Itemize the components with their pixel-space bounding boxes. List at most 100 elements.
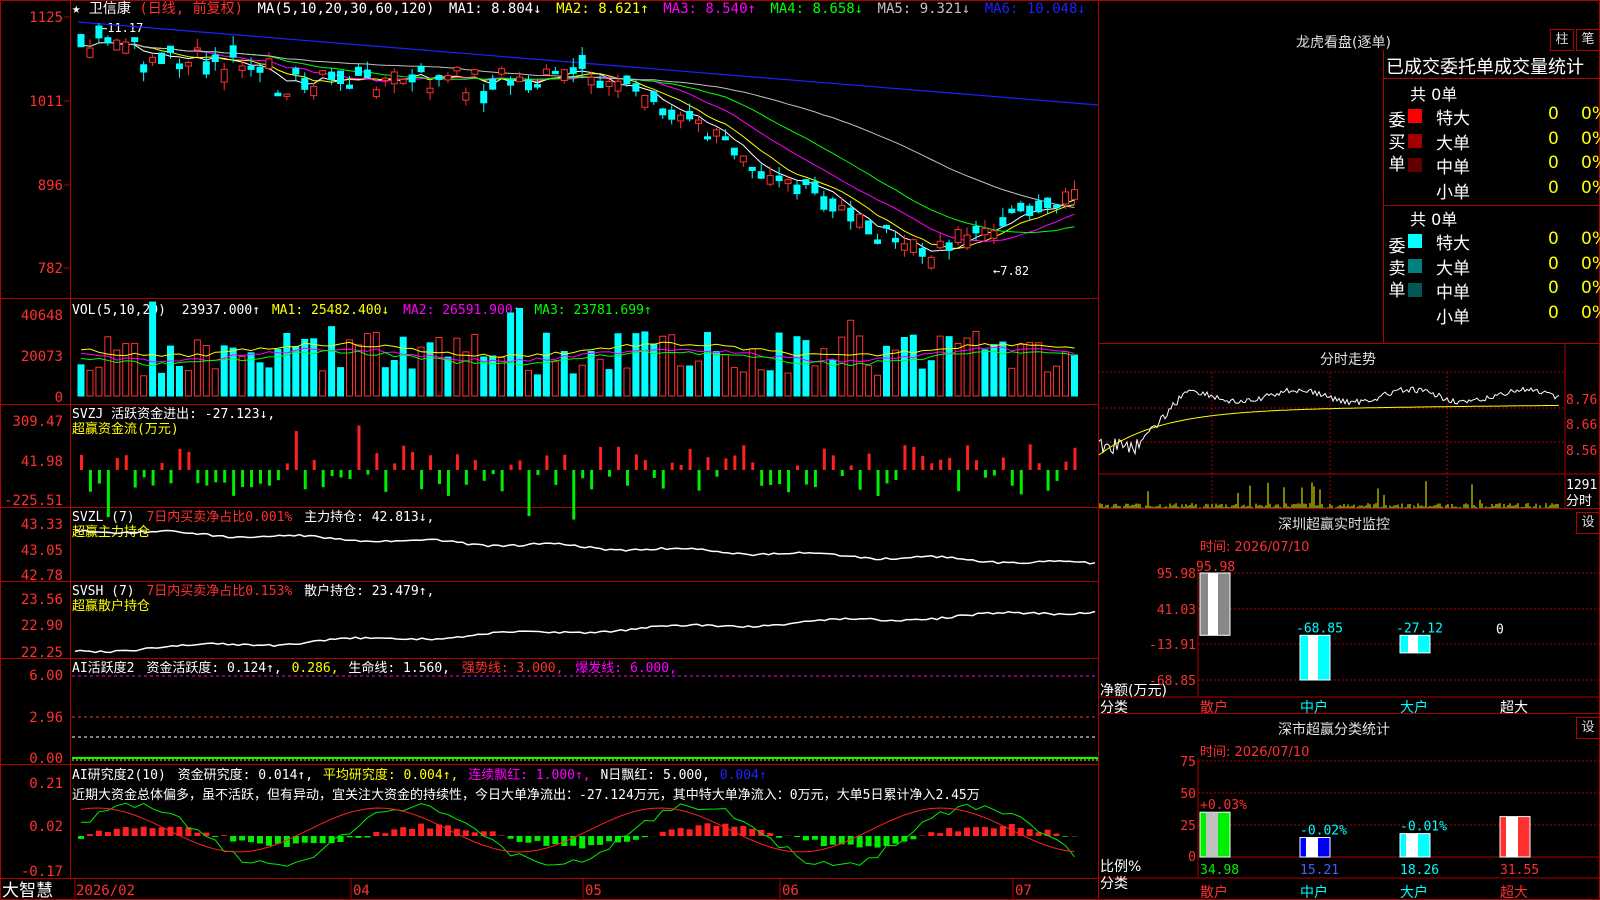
candle-body xyxy=(784,179,792,185)
research-bar xyxy=(874,836,881,848)
volume-tick: 40648 xyxy=(21,308,63,324)
research-bar xyxy=(686,829,693,836)
flow-bar xyxy=(1010,470,1014,486)
candle-body xyxy=(802,179,810,186)
volume-bar xyxy=(891,349,899,397)
monitor-category-label: 散户 xyxy=(1200,699,1228,716)
flow-bar xyxy=(115,457,119,470)
research-bar xyxy=(248,836,255,843)
candle-body xyxy=(149,56,157,63)
volume-bar xyxy=(560,350,568,397)
order-count: 0 xyxy=(1548,302,1559,323)
volume-bar xyxy=(874,374,882,397)
candle-body xyxy=(444,75,452,81)
volume-bar xyxy=(909,334,917,397)
classify-value-label: 15.21 xyxy=(1300,863,1339,878)
volume-bar xyxy=(390,360,398,397)
research-bar xyxy=(973,827,979,836)
flow-bar xyxy=(1037,463,1041,470)
order-percent: 0% xyxy=(1581,104,1600,124)
candle-body xyxy=(516,76,524,83)
candle-body xyxy=(945,242,953,251)
candle-body xyxy=(596,80,604,88)
candle-body xyxy=(569,67,577,74)
ai-active-header: AI活跃度2 资金活跃度: 0.124↑, 0.286, 生命线: 1.560,… xyxy=(72,660,677,676)
flow-bar xyxy=(348,470,352,480)
classify-settings-button[interactable]: 设 xyxy=(1576,717,1600,739)
flow-bar xyxy=(196,470,200,484)
volume-bar xyxy=(981,349,989,397)
candle-body xyxy=(211,54,219,63)
monitor-settings-button[interactable]: 设 xyxy=(1576,512,1600,534)
candle-body xyxy=(748,166,756,171)
candlestick-series[interactable] xyxy=(77,23,1078,270)
order-row: 大单 0 0% xyxy=(1408,254,1600,279)
flow-bar xyxy=(455,454,459,470)
candle-body xyxy=(883,225,890,229)
candle-body xyxy=(668,109,676,120)
candle-body xyxy=(972,225,980,234)
research-bar xyxy=(713,825,720,836)
candle-body xyxy=(202,61,210,75)
ai-research-comment: 近期大资金总体偏多，虽不活跃，但有异动，宜关注大资金的持续性，今日大单净流出：-… xyxy=(72,787,980,803)
stock-name[interactable]: 卫信康 xyxy=(89,0,131,17)
volume-bar xyxy=(578,364,586,397)
ai-active-tick: 0.00 xyxy=(29,751,63,767)
volume-bar xyxy=(471,333,479,397)
flow-bar xyxy=(921,455,925,470)
candle-body xyxy=(77,34,85,48)
date-axis-ticks xyxy=(74,878,1014,900)
research-bar xyxy=(310,836,317,844)
svsh-subtitle: 超赢散户持仓 xyxy=(72,598,150,614)
flow-bar xyxy=(563,454,567,470)
volume-bar xyxy=(721,354,729,397)
candle-body xyxy=(319,70,327,75)
sell-orders-label: 委卖单 xyxy=(1388,237,1406,301)
volume-bar xyxy=(838,336,846,397)
research-bar xyxy=(776,836,783,838)
volume-bar xyxy=(569,373,577,397)
flow-bar xyxy=(599,446,603,470)
candle-body xyxy=(721,136,729,141)
candle-body xyxy=(435,75,443,80)
volume-bar xyxy=(95,366,103,397)
research-bar xyxy=(811,836,818,840)
monitor-value-label: 95.98 xyxy=(1196,560,1235,575)
research-bar xyxy=(928,832,935,836)
flow-bar xyxy=(80,454,83,470)
flow-bar xyxy=(706,457,710,470)
candle-body xyxy=(86,47,94,58)
intraday-vol-label: 分时 xyxy=(1566,494,1592,509)
flow-bar xyxy=(491,470,495,475)
candle-body xyxy=(712,129,720,137)
flow-bar xyxy=(697,470,701,491)
order-count: 0 xyxy=(1548,177,1559,198)
main-position-line xyxy=(74,529,1096,565)
volume-bar xyxy=(399,336,407,397)
tab-zhu[interactable]: 柱 xyxy=(1550,29,1574,51)
flow-bar xyxy=(473,459,477,470)
volume-bar xyxy=(354,344,362,397)
candle-body xyxy=(167,45,174,54)
ai-research-header: AI研究度2(10) 资金研究度: 0.014↑, 平均研究度: 0.004↑,… xyxy=(72,767,767,783)
candle-body xyxy=(372,89,380,98)
volume-bar xyxy=(820,348,828,397)
flow-bar xyxy=(527,470,531,517)
volume-bar xyxy=(193,339,201,397)
svzl-header: SVZL (7) 7日内买卖净占比0.001% 主力持仓: 42.813↓, xyxy=(72,509,434,525)
tab-bi[interactable]: 笔 xyxy=(1576,29,1600,51)
volume-bar xyxy=(605,369,613,397)
flow-bar xyxy=(831,455,835,470)
candle-body xyxy=(1070,189,1078,200)
monitor-time: 时间: 2026/07/10 xyxy=(1200,540,1310,555)
volume-bar xyxy=(175,365,183,397)
ma-line xyxy=(80,41,1075,249)
svzl-axis: 43.33 43.05 42.78 xyxy=(21,517,63,584)
volume-bar xyxy=(775,332,783,397)
classify-bar-highlight xyxy=(1406,833,1418,857)
classify-bars: +0.03% 34.98 散户 -0.02% 15.21 中户 -0.01% 18.26 大户 3… xyxy=(1199,798,1539,900)
order-row: 小单 0 0% xyxy=(1408,177,1600,203)
research-bar xyxy=(606,836,613,842)
candle-body xyxy=(498,68,506,75)
color-swatch xyxy=(1408,182,1422,197)
